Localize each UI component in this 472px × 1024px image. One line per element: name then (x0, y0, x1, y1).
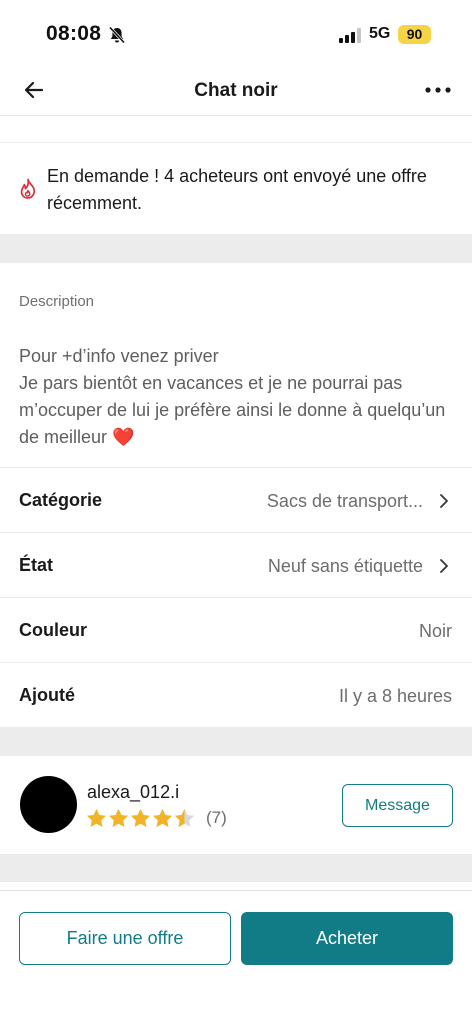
added-value: Il y a 8 heures (338, 686, 452, 706)
page-title: Chat noir (194, 80, 278, 101)
cellular-signal-icon (339, 28, 361, 43)
action-bar: Faire une offre Acheter (0, 890, 472, 1024)
seller-username[interactable]: alexa_012.i (87, 782, 179, 803)
network-type: 5G (369, 25, 391, 42)
section-divider (0, 854, 472, 882)
battery-icon: 90 (398, 25, 431, 44)
demand-text: En demande ! 4 acheteurs ont envoyé une … (47, 166, 427, 213)
seller-card: alexa_012.i (7) Message (0, 756, 472, 854)
more-options-icon[interactable] (424, 80, 452, 100)
description-line-1: Pour +d’info venez priver (19, 346, 219, 366)
status-time: 08:08 (46, 22, 102, 45)
description-line-2: Je pars bientôt en vacances et je ne pou… (19, 370, 459, 451)
attribute-row-color: Couleur Noir (0, 597, 472, 662)
demand-banner: En demande ! 4 acheteurs ont envoyé une … (0, 142, 472, 234)
app-header: Chat noir (0, 68, 472, 116)
color-value: Noir (418, 621, 452, 641)
color-label: Couleur (19, 620, 88, 640)
bell-slash-icon (108, 26, 126, 44)
star-half-icon (174, 808, 195, 828)
description-section: Description Pour +d’info venez priver Je… (0, 263, 472, 467)
star-icon (108, 808, 129, 828)
heart-emoji: ❤️ (112, 427, 135, 447)
star-icon (86, 808, 107, 828)
star-icon (152, 808, 173, 828)
description-line-2-text: Je pars bientôt en vacances et je ne pou… (19, 373, 446, 447)
review-count: (7) (206, 808, 227, 827)
chevron-right-icon (440, 494, 448, 508)
status-bar: 08:08 5G 90 (0, 0, 472, 68)
seller-rating: (7) (86, 807, 227, 829)
condition-label: État (19, 555, 54, 575)
description-text: Pour +d’info venez priver Je pars bientô… (19, 343, 459, 451)
make-offer-button[interactable]: Faire une offre (19, 912, 231, 965)
battery-level: 90 (406, 26, 423, 42)
description-label: Description (19, 293, 95, 310)
category-label: Catégorie (19, 490, 103, 510)
added-label: Ajouté (19, 685, 75, 705)
condition-value: Neuf sans étiquette (267, 556, 423, 576)
attribute-row-condition[interactable]: État Neuf sans étiquette (0, 532, 472, 597)
star-icon (130, 808, 151, 828)
flame-icon (20, 178, 36, 199)
attribute-row-category[interactable]: Catégorie Sacs de transport... (0, 467, 472, 532)
avatar[interactable] (20, 776, 77, 833)
section-divider (0, 234, 472, 263)
chevron-right-icon (440, 559, 448, 573)
category-value: Sacs de transport... (266, 491, 423, 511)
section-divider (0, 727, 472, 756)
message-button[interactable]: Message (342, 784, 453, 827)
buy-button[interactable]: Acheter (241, 912, 453, 965)
attribute-row-added: Ajouté Il y a 8 heures (0, 662, 472, 727)
